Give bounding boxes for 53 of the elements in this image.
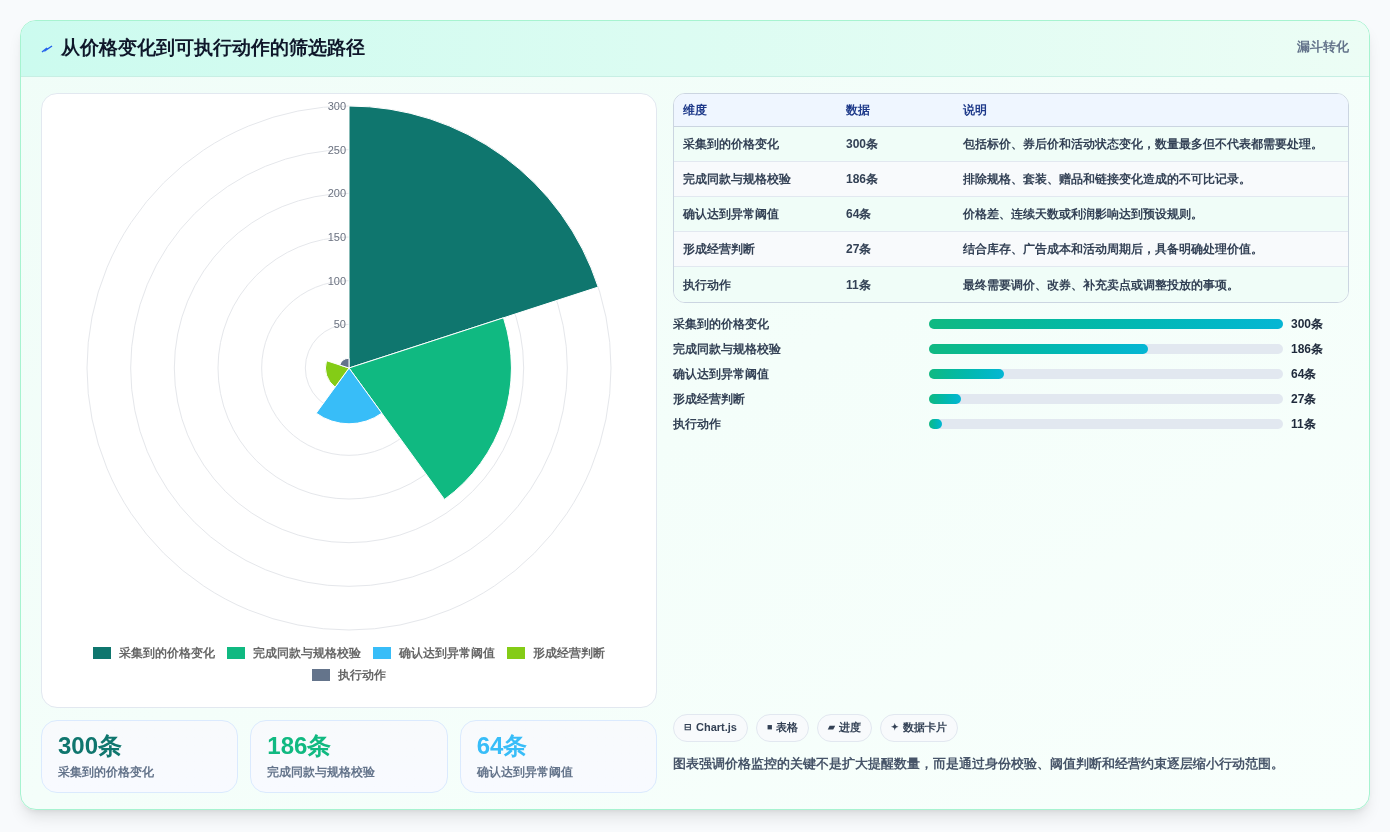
table-cell-text: 11条 <box>846 276 872 294</box>
axis-tick-label: 200 <box>327 187 346 200</box>
stat-label: 采集到的价格变化 <box>58 764 155 781</box>
table-cell-text: 排除规格、套装、赠品和链接变化造成的不可比记录。 <box>963 171 1252 188</box>
table-cell-text: 包括标价、券后价和活动状态变化，数量最多但不代表都需要处理。 <box>963 136 1324 153</box>
table-cell-text: 300条 <box>846 136 880 153</box>
tag-chip[interactable]: ⊟ Chart.js <box>673 713 748 742</box>
legend-label: 执行动作 <box>338 667 386 684</box>
axis-tick-label: 150 <box>327 231 346 243</box>
stat-value: 64条 <box>476 731 529 761</box>
table-cell-text: 27条 <box>846 241 873 258</box>
progress-reading: 11条 <box>1290 416 1317 433</box>
legend-label: 完成同款与规格校验 <box>253 645 361 662</box>
progress-reading: 64条 <box>1290 366 1318 383</box>
stat-value: 300条 <box>58 731 124 761</box>
stat-value: 186条 <box>267 731 333 761</box>
progress-label: 形成经营判断 <box>673 391 746 408</box>
table-cell-text: 形成经营判断 <box>683 241 756 258</box>
tag-chip[interactable]: ▰ 进度 <box>817 713 873 742</box>
legend-label: 形成经营判断 <box>533 645 605 662</box>
column-header: 数据 <box>846 102 871 119</box>
tag-chip[interactable]: ✦ 数据卡片 <box>880 713 959 742</box>
axis-tick-label: 300 <box>327 100 346 112</box>
progress-label: 采集到的价格变化 <box>673 316 770 333</box>
progress-label: 执行动作 <box>673 416 722 433</box>
column-header: 说明 <box>963 102 988 119</box>
stat-label: 完成同款与规格校验 <box>267 764 377 781</box>
stat-label: 确认达到异常阈值 <box>476 764 574 781</box>
table-cell-text: 执行动作 <box>683 276 732 294</box>
lightning-icon <box>41 43 53 54</box>
table-cell-text: 完成同款与规格校验 <box>683 171 792 188</box>
column-header: 维度 <box>683 102 708 119</box>
axis-tick-label: 250 <box>327 143 346 156</box>
progress-label: 确认达到异常阈值 <box>673 366 770 383</box>
footnote-text: 图表强调价格监控的关键不是扩大提醒数量，而是通过身份校验、阈值判断和经营约束逐层缩小行动范围。 <box>673 754 1285 773</box>
progress-reading: 27条 <box>1290 391 1318 408</box>
table-cell-text: 最终需要调价、改券、补充卖点或调整投放的事项。 <box>963 276 1240 294</box>
table-cell-text: 采集到的价格变化 <box>683 136 780 153</box>
header-label: 漏斗转化 <box>1297 38 1349 56</box>
legend-label: 确认达到异常阈值 <box>399 645 495 662</box>
table-cell-text: 186条 <box>846 171 880 188</box>
page-title: 从价格变化到可执行动作的筛选路径 <box>61 36 365 61</box>
legend-label: 采集到的价格变化 <box>119 645 215 662</box>
table-cell-text: 价格差、连续天数或利润影响达到预设规则。 <box>963 206 1204 223</box>
table-cell-text: 64条 <box>846 206 873 223</box>
tag-chip[interactable]: ■ 表格 <box>755 713 810 742</box>
table-cell-text: 确认达到异常阈值 <box>683 206 780 223</box>
axis-tick-label: 100 <box>327 274 346 287</box>
progress-reading: 300条 <box>1290 316 1325 333</box>
table-cell-text: 结合库存、广告成本和活动周期后，具备明确处理价值。 <box>963 241 1264 258</box>
axis-tick-label: 50 <box>333 318 346 331</box>
progress-label: 完成同款与规格校验 <box>673 341 782 358</box>
progress-reading: 186条 <box>1290 341 1325 358</box>
